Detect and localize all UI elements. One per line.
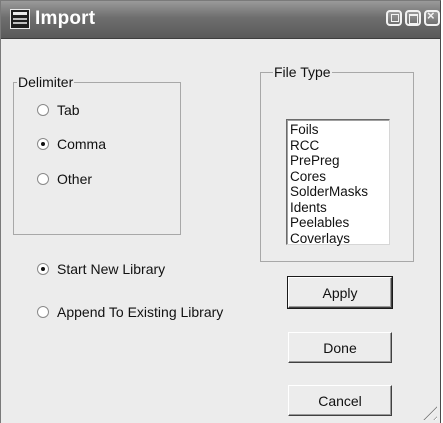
minimize-button[interactable] <box>386 10 402 26</box>
radio-label: Append To Existing Library <box>57 304 224 320</box>
close-button[interactable]: × <box>424 8 440 26</box>
radio-indicator <box>37 138 49 150</box>
radio-delimiter-other[interactable]: Other <box>37 170 92 188</box>
list-item[interactable]: Peelables <box>290 215 389 231</box>
resize-grip[interactable] <box>423 406 437 420</box>
radio-label: Other <box>57 171 93 187</box>
list-item[interactable]: Coverlays <box>290 231 389 247</box>
cancel-button[interactable]: Cancel <box>288 385 392 416</box>
maximize-button[interactable] <box>405 10 421 26</box>
list-item[interactable]: SolderMasks <box>290 184 389 200</box>
radio-delimiter-comma[interactable]: Comma <box>37 135 106 153</box>
radio-label: Start New Library <box>57 261 166 277</box>
radio-indicator <box>37 306 49 318</box>
delimiter-group-label: Delimiter <box>17 74 75 90</box>
list-item[interactable]: RCC <box>290 138 389 154</box>
list-item[interactable]: Cores <box>290 169 389 185</box>
radio-indicator <box>37 263 49 275</box>
done-button[interactable]: Done <box>288 332 392 363</box>
list-window-icon[interactable] <box>10 9 30 29</box>
radio-append-existing-library[interactable]: Append To Existing Library <box>37 303 223 321</box>
minimize-icon <box>391 14 399 22</box>
list-item[interactable]: Foils <box>290 122 389 138</box>
maximize-icon <box>409 14 418 24</box>
radio-indicator <box>37 173 49 185</box>
list-item[interactable]: PrePreg <box>290 153 389 169</box>
apply-button[interactable]: Apply <box>287 276 393 309</box>
radio-label: Comma <box>57 136 107 152</box>
window-title: Import <box>35 8 96 29</box>
import-dialog: Import × Delimiter Tab Comma Other Start… <box>0 0 441 423</box>
title-bar[interactable]: Import × <box>1 1 440 39</box>
radio-start-new-library[interactable]: Start New Library <box>37 260 165 278</box>
file-type-group-label: File Type <box>273 64 332 80</box>
list-item[interactable]: Idents <box>290 200 389 216</box>
file-type-listbox[interactable]: Foils RCC PrePreg Cores SolderMasks Iden… <box>286 119 390 247</box>
close-icon: × <box>427 8 435 23</box>
radio-delimiter-tab[interactable]: Tab <box>37 101 80 119</box>
radio-indicator <box>37 104 49 116</box>
radio-label: Tab <box>57 102 80 118</box>
